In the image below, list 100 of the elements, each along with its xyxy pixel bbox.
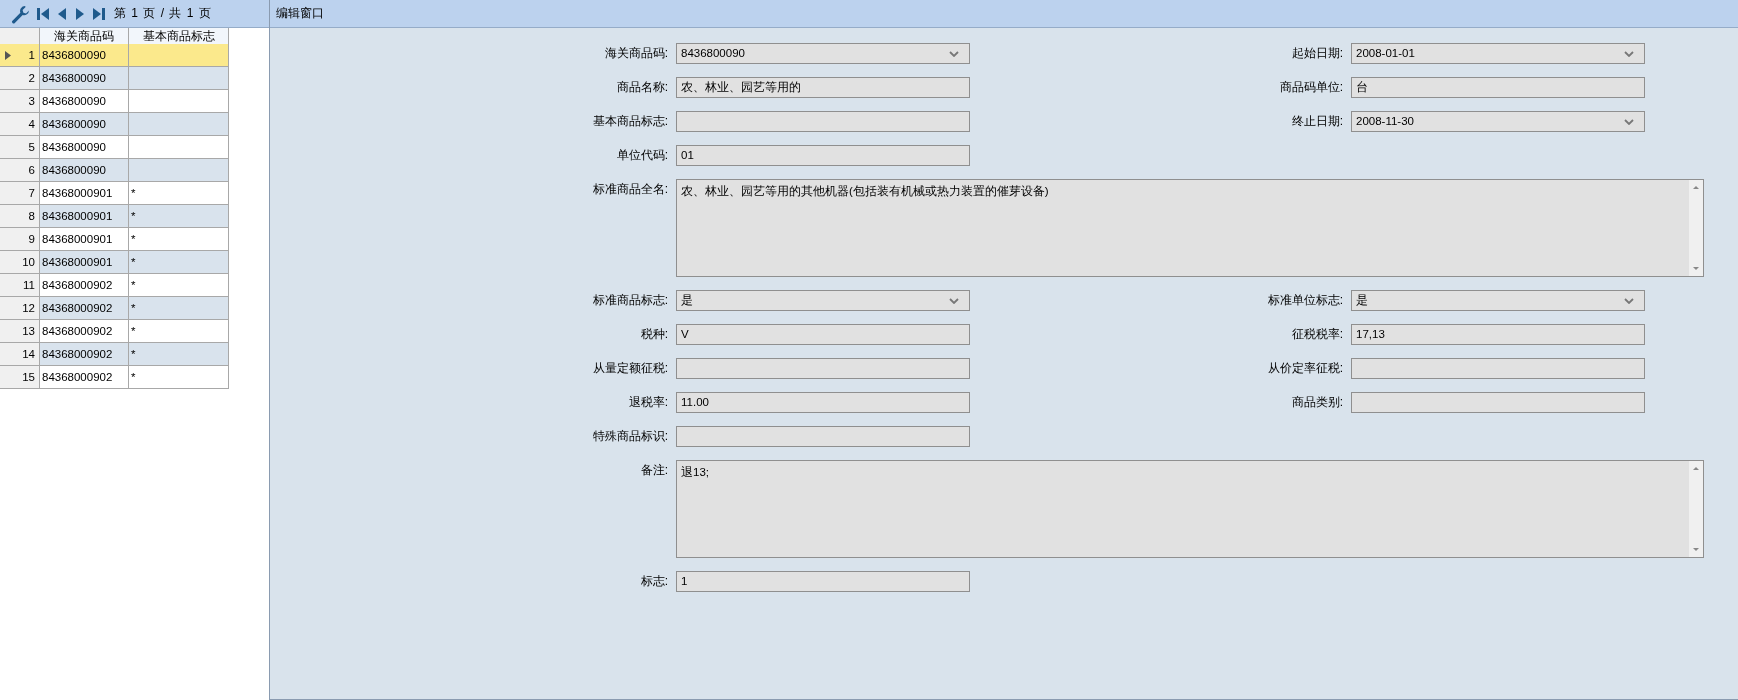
previous-page-icon[interactable] <box>56 6 68 21</box>
row-number: 9 <box>28 233 35 245</box>
row-number: 10 <box>22 256 35 268</box>
table-row[interactable]: 3 8436800090 <box>0 90 229 113</box>
page-indicator: 第 1 页 / 共 1 页 <box>114 5 212 22</box>
field-label: 标志: <box>639 573 669 590</box>
field-label: 单位代码: <box>615 147 669 164</box>
row-number: 8 <box>28 210 35 222</box>
text-field[interactable]: 1 <box>676 571 970 592</box>
table-cell: * <box>129 320 229 343</box>
row-number: 5 <box>28 141 35 153</box>
last-page-icon[interactable] <box>92 6 106 21</box>
text-field[interactable] <box>676 358 970 379</box>
table-cell: 84368000902 <box>40 274 129 297</box>
row-number: 1 <box>28 49 35 61</box>
text-area[interactable]: 退13; <box>676 460 1704 558</box>
field-label: 基本商品标志: <box>591 113 669 130</box>
text-field[interactable]: 农、林业、园艺等用的 <box>676 77 970 98</box>
table-row[interactable]: 13 84368000902 * <box>0 320 229 343</box>
chevron-down-icon[interactable] <box>949 297 959 304</box>
row-number: 14 <box>22 348 35 360</box>
field-label: 起始日期: <box>1290 45 1344 62</box>
text-field[interactable]: 01 <box>676 145 970 166</box>
text-field[interactable] <box>1351 358 1645 379</box>
field-label: 从量定额征税: <box>591 360 669 377</box>
field-label: 税种: <box>639 326 669 343</box>
field-label: 标准单位标志: <box>1266 292 1344 309</box>
text-area[interactable]: 农、林业、园艺等用的其他机器(包括装有机械或热力装置的催芽设备) <box>676 179 1704 277</box>
table-cell: * <box>129 182 229 205</box>
dropdown-field[interactable]: 2008-11-30 <box>1351 111 1645 132</box>
field-label: 终止日期: <box>1290 113 1344 130</box>
row-number: 12 <box>22 302 35 314</box>
table-cell: 8436800090 <box>40 159 129 182</box>
table-row[interactable]: 15 84368000902 * <box>0 366 229 389</box>
table-cell: * <box>129 205 229 228</box>
field-label: 海关商品码: <box>603 45 669 62</box>
text-field[interactable] <box>676 111 970 132</box>
table-cell: 8436800090 <box>40 136 129 159</box>
chevron-down-icon[interactable] <box>1624 118 1634 125</box>
table-cell: * <box>129 228 229 251</box>
table-row[interactable]: 6 8436800090 <box>0 159 229 182</box>
table-row[interactable]: 4 8436800090 <box>0 113 229 136</box>
table-cell: 84368000901 <box>40 182 129 205</box>
next-page-icon[interactable] <box>74 6 86 21</box>
table-row[interactable]: 2 8436800090 <box>0 67 229 90</box>
text-field[interactable] <box>1351 392 1645 413</box>
field-label: 标准商品标志: <box>591 292 669 309</box>
field-label: 标准商品全名: <box>591 181 669 198</box>
dropdown-field[interactable]: 是 <box>1351 290 1645 311</box>
table-row[interactable]: 10 84368000901 * <box>0 251 229 274</box>
table-row[interactable]: 7 84368000901 * <box>0 182 229 205</box>
scrollbar[interactable] <box>1689 461 1703 557</box>
field-label: 征税税率: <box>1290 326 1344 343</box>
table-row[interactable]: 1 8436800090 <box>0 44 229 67</box>
text-field[interactable] <box>676 426 970 447</box>
dropdown-field[interactable]: 是 <box>676 290 970 311</box>
chevron-down-icon[interactable] <box>1624 297 1634 304</box>
table-cell: 8436800090 <box>40 67 129 90</box>
row-number: 7 <box>28 187 35 199</box>
table-row[interactable]: 9 84368000901 * <box>0 228 229 251</box>
table-cell: 8436800090 <box>40 113 129 136</box>
table-row[interactable]: 8 84368000901 * <box>0 205 229 228</box>
table-row[interactable]: 5 8436800090 <box>0 136 229 159</box>
text-field[interactable]: 台 <box>1351 77 1645 98</box>
text-field[interactable]: 17,13 <box>1351 324 1645 345</box>
table-cell: 8436800090 <box>40 44 129 67</box>
text-field[interactable]: 11.00 <box>676 392 970 413</box>
row-number: 11 <box>23 279 35 291</box>
dropdown-field[interactable]: 8436800090 <box>676 43 970 64</box>
row-number: 15 <box>22 371 35 383</box>
row-number: 4 <box>28 118 35 130</box>
panel-title: 编辑窗口 <box>276 5 324 22</box>
table-row[interactable]: 12 84368000902 * <box>0 297 229 320</box>
field-label: 备注: <box>639 462 669 479</box>
table-cell: 84368000902 <box>40 343 129 366</box>
scrollbar[interactable] <box>1689 180 1703 276</box>
field-label: 从价定率征税: <box>1266 360 1344 377</box>
chevron-down-icon[interactable] <box>949 50 959 57</box>
row-pointer-icon <box>5 51 11 60</box>
table-cell: * <box>129 251 229 274</box>
first-page-icon[interactable] <box>36 6 50 21</box>
field-label: 商品名称: <box>615 79 669 96</box>
table-row[interactable]: 11 84368000902 * <box>0 274 229 297</box>
field-label: 退税率: <box>627 394 669 411</box>
chevron-down-icon[interactable] <box>1624 50 1634 57</box>
table-cell: 84368000902 <box>40 297 129 320</box>
dropdown-field[interactable]: 2008-01-01 <box>1351 43 1645 64</box>
field-label: 商品码单位: <box>1278 79 1344 96</box>
table-cell: * <box>129 297 229 320</box>
table-row[interactable]: 14 84368000902 * <box>0 343 229 366</box>
table-cell: * <box>129 366 229 389</box>
table-cell: 84368000901 <box>40 205 129 228</box>
row-number: 13 <box>22 325 35 337</box>
text-field[interactable]: V <box>676 324 970 345</box>
table-cell: 84368000902 <box>40 320 129 343</box>
row-number: 2 <box>28 72 35 84</box>
table-cell: * <box>129 343 229 366</box>
wrench-icon[interactable] <box>10 3 30 24</box>
table-cell: 84368000902 <box>40 366 129 389</box>
row-number: 6 <box>28 164 35 176</box>
